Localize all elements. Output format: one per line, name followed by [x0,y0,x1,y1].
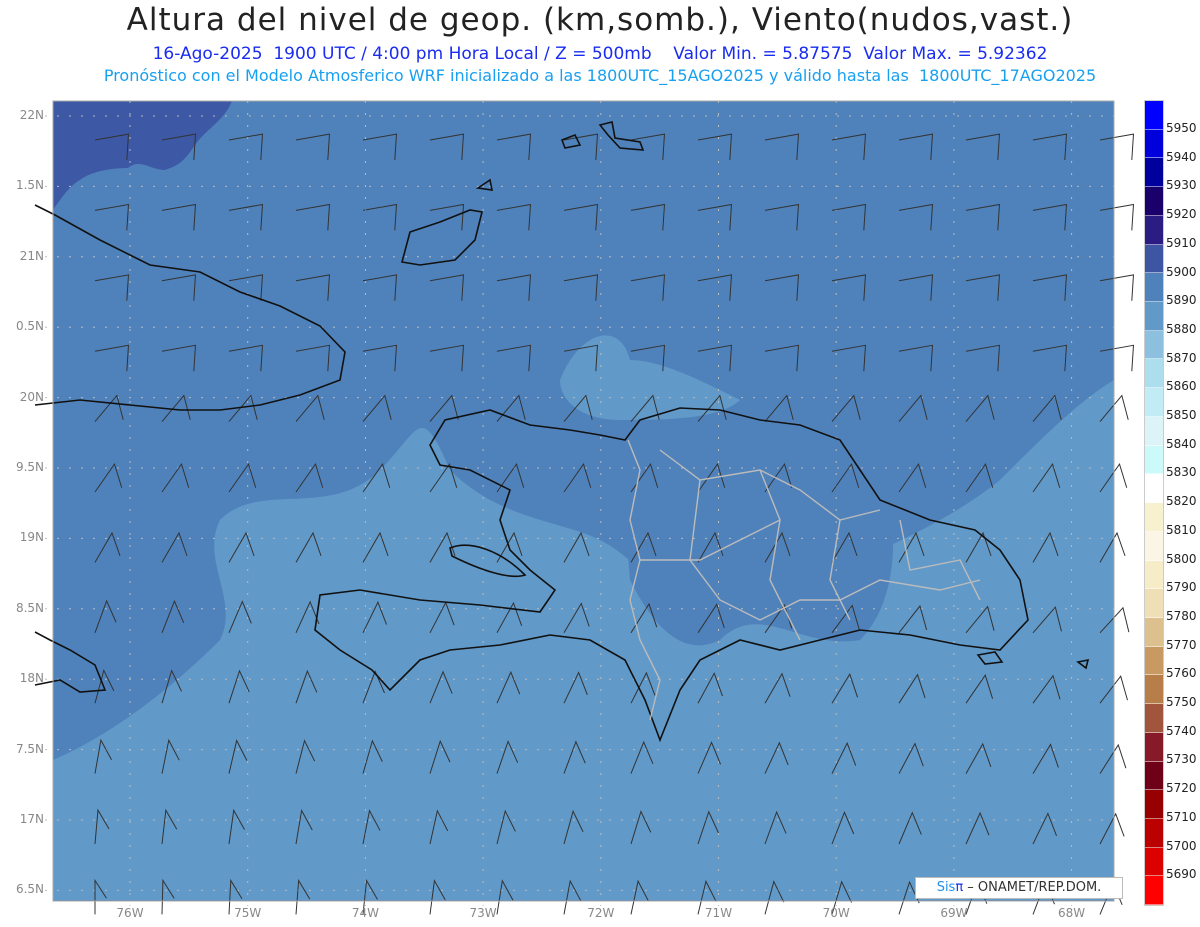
colorbar-label: 5880 [1166,321,1197,336]
colorbar-label: 5930 [1166,178,1197,193]
colorbar-segment [1145,617,1163,647]
colorbar [1144,100,1164,906]
colorbar-label: 5850 [1166,408,1197,422]
colorbar-segment [1145,503,1163,532]
colorbar-label: 5780 [1166,608,1197,623]
colorbar-label: 5760 [1166,666,1197,681]
colorbar-label: 5690 [1166,867,1197,882]
colorbar-label: 5700 [1166,838,1197,853]
colorbar-segment [1145,388,1163,417]
colorbar-segment [1145,646,1163,676]
lon-label: 69W [940,906,968,920]
colorbar-segment [1145,560,1163,590]
colorbar-segment [1145,129,1163,159]
colorbar-label: 5710 [1166,809,1197,824]
colorbar-segment [1145,876,1163,906]
colorbar-segment [1145,818,1163,848]
colorbar-segment [1145,589,1163,618]
lon-label: 70W [822,906,850,920]
lat-label: 9.5N [15,460,44,474]
colorbar-segment [1145,531,1163,561]
lon-label: 73W [469,906,497,920]
colorbar-segment [1145,330,1163,360]
lat-label: 20N [19,389,44,404]
lon-label: 71W [704,906,733,920]
colorbar-label: 5840 [1166,436,1197,451]
colorbar-label: 5910 [1166,235,1197,250]
lat-label: 1.5N [15,178,44,193]
colorbar-segment [1145,187,1163,216]
colorbar-segment [1145,302,1163,331]
colorbar-segment [1145,675,1163,705]
colorbar-segment [1145,273,1163,303]
colorbar-segment [1145,416,1163,446]
lat-label: 0.5N [15,319,44,334]
lat-label: 8.5N [15,600,44,615]
colorbar-label: 5720 [1166,781,1197,796]
colorbar-segment [1145,158,1163,188]
sispi-logo: Sis [936,880,956,895]
colorbar-label: 5920 [1166,207,1197,222]
colorbar-segment [1145,790,1163,819]
sispi-logo-pi: π [955,880,964,895]
colorbar-label: 5740 [1166,723,1197,738]
colorbar-label: 5900 [1166,264,1197,279]
colorbar-segment [1145,704,1163,733]
credit-box: Sisπ – ONAMET/REP.DOM. [915,877,1123,899]
colorbar-label: 5860 [1166,379,1197,394]
lon-label: 75W [234,906,262,920]
colorbar-segment [1145,732,1163,762]
lon-label: 68W [1058,906,1086,920]
colorbar-label: 5820 [1166,494,1197,509]
colorbar-segment [1145,215,1163,245]
colorbar-label: 5890 [1166,293,1197,308]
lat-label: 19N [19,530,44,545]
colorbar-segment [1145,847,1163,877]
colorbar-segment [1145,244,1163,274]
lat-label: 18N [19,671,44,686]
colorbar-label: 5770 [1166,637,1197,652]
lat-label: 21N [19,248,44,263]
lon-label: 74W [351,906,379,920]
lat-label: 6.5N [15,882,44,897]
colorbar-segment [1145,445,1163,475]
colorbar-label: 5800 [1166,551,1197,566]
lat-label: 17N [19,812,44,826]
colorbar-label: 5750 [1166,695,1197,709]
lat-label: 7.5N [15,741,44,756]
colorbar-label: 5730 [1166,752,1197,767]
colorbar-segment [1145,359,1163,389]
geopotential-map [34,100,1135,915]
colorbar-label: 5940 [1166,149,1197,164]
colorbar-label: 5810 [1166,522,1197,537]
colorbar-segment [1145,761,1163,791]
map-field-dark-patch [620,442,894,646]
colorbar-label: 5790 [1166,580,1197,595]
lon-label: 72W [587,906,615,920]
colorbar-label: 5950 [1166,121,1197,135]
colorbar-segment [1145,474,1163,504]
colorbar-label: 5870 [1166,350,1197,365]
lon-label: 76W [116,906,144,920]
colorbar-label: 5830 [1166,465,1197,480]
credit-text: – ONAMET/REP.DOM. [963,880,1102,895]
colorbar-segment [1145,101,1163,130]
lat-label: 22N [19,108,44,122]
